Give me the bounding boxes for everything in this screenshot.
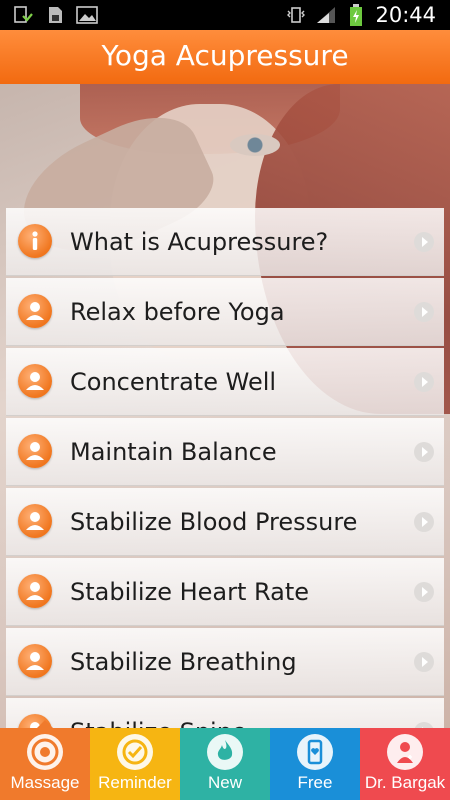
phone-heart-icon: [297, 734, 333, 770]
status-bar-system: 20:44: [285, 3, 436, 27]
active-tab-indicator: [37, 720, 53, 728]
tab-free[interactable]: Free: [270, 728, 360, 800]
flame-icon: [207, 734, 243, 770]
tab-label: Reminder: [98, 773, 172, 792]
tab-dr-bargak[interactable]: Dr. Bargak: [360, 728, 450, 800]
doctor-icon: [387, 734, 423, 770]
vibrate-icon: [285, 4, 307, 26]
tab-label: New: [207, 773, 242, 792]
download-done-icon: [12, 4, 34, 26]
target-icon: [27, 734, 63, 770]
app-bar: Yoga Acupressure: [0, 30, 450, 84]
menu-item-label: Relax before Yoga: [70, 298, 285, 326]
menu-item-stabilize-blood-pressure[interactable]: Stabilize Blood Pressure: [6, 488, 444, 556]
chevron-right-icon: [414, 302, 434, 322]
signal-icon: [315, 4, 337, 26]
status-bar-notifications: [12, 4, 98, 26]
check-badge-icon: [117, 734, 153, 770]
tab-label: Massage: [10, 773, 80, 792]
chevron-right-icon: [414, 232, 434, 252]
person-icon: [18, 574, 52, 608]
menu-item-label: Stabilize Heart Rate: [70, 578, 310, 606]
person-icon: [18, 434, 52, 468]
menu-item-maintain-balance[interactable]: Maintain Balance: [6, 418, 444, 486]
status-time: 20:44: [375, 3, 436, 27]
tab-label: Dr. Bargak: [364, 773, 446, 792]
person-icon: [18, 364, 52, 398]
tab-reminder[interactable]: Reminder: [90, 728, 180, 800]
app-title: Yoga Acupressure: [101, 39, 349, 72]
chevron-right-icon: [414, 442, 434, 462]
menu-item-relax-before-yoga[interactable]: Relax before Yoga: [6, 278, 444, 346]
menu-item-label: Maintain Balance: [70, 438, 277, 466]
image-icon: [76, 4, 98, 26]
menu-item-concentrate-well[interactable]: Concentrate Well: [6, 348, 444, 416]
chevron-right-icon: [414, 582, 434, 602]
eye-shape: [230, 134, 280, 156]
person-icon: [18, 294, 52, 328]
tab-label: Free: [297, 773, 333, 792]
sd-card-icon: [44, 4, 66, 26]
chevron-right-icon: [414, 512, 434, 532]
status-bar: 20:44: [0, 0, 450, 30]
menu-item-label: Stabilize Blood Pressure: [70, 508, 358, 536]
chevron-right-icon: [414, 652, 434, 672]
menu-item-stabilize-heart-rate[interactable]: Stabilize Heart Rate: [6, 558, 444, 626]
bottom-nav: Massage Reminder New Free Dr. Bargak: [0, 720, 450, 800]
menu-item-stabilize-breathing[interactable]: Stabilize Breathing: [6, 628, 444, 696]
menu-item-label: Concentrate Well: [70, 368, 277, 396]
tab-massage[interactable]: Massage: [0, 720, 90, 800]
person-icon: [18, 504, 52, 538]
chevron-right-icon: [414, 372, 434, 392]
menu-list: What is Acupressure? Relax before Yoga C…: [6, 208, 444, 768]
tab-new[interactable]: New: [180, 728, 270, 800]
menu-item-label: What is Acupressure?: [70, 228, 329, 256]
menu-item-label: Stabilize Breathing: [70, 648, 297, 676]
battery-charging-icon: [345, 4, 367, 26]
person-icon: [18, 644, 52, 678]
info-icon: [18, 224, 52, 258]
menu-item-what-is-acupressure[interactable]: What is Acupressure?: [6, 208, 444, 276]
